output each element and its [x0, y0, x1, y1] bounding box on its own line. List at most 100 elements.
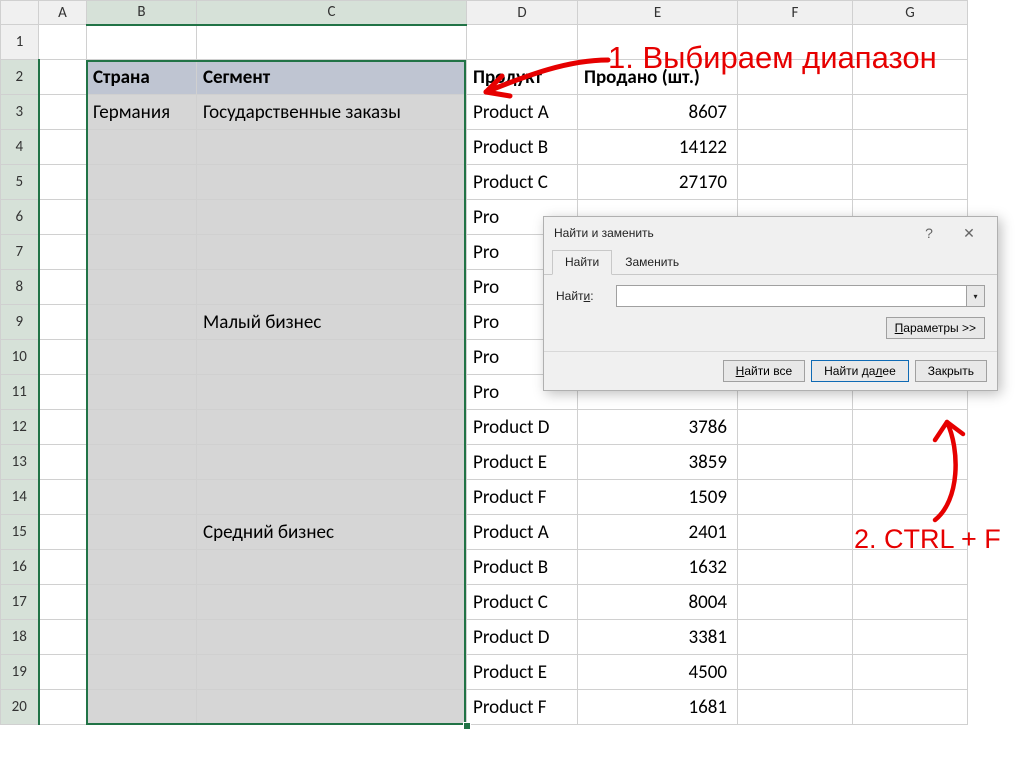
row-header-10[interactable]: 10 [1, 340, 39, 375]
row-header-20[interactable]: 20 [1, 690, 39, 725]
cell-A18[interactable] [39, 620, 87, 655]
cell-A14[interactable] [39, 480, 87, 515]
cell-D19[interactable]: Product E [467, 655, 578, 690]
cell-E14[interactable]: 1509 [578, 480, 738, 515]
cell-F14[interactable] [738, 480, 853, 515]
tab-replace[interactable]: Заменить [612, 250, 692, 275]
cell-G3[interactable] [853, 95, 968, 130]
cell-A3[interactable] [39, 95, 87, 130]
cell-D18[interactable]: Product D [467, 620, 578, 655]
row-header-18[interactable]: 18 [1, 620, 39, 655]
cell-F16[interactable] [738, 550, 853, 585]
cell-F2[interactable] [738, 60, 853, 95]
options-button[interactable]: Параметры >> [886, 317, 985, 339]
col-header-F[interactable]: F [738, 1, 853, 25]
cell-B2[interactable]: Страна [87, 60, 197, 95]
close-button[interactable]: Закрыть [915, 360, 987, 382]
row-header-19[interactable]: 19 [1, 655, 39, 690]
cell-F15[interactable] [738, 515, 853, 550]
cell-A13[interactable] [39, 445, 87, 480]
cell-C20[interactable] [197, 690, 467, 725]
cell-D5[interactable]: Product C [467, 165, 578, 200]
cell-D4[interactable]: Product B [467, 130, 578, 165]
cell-C13[interactable] [197, 445, 467, 480]
cell-C10[interactable] [197, 340, 467, 375]
row-header-8[interactable]: 8 [1, 270, 39, 305]
cell-G16[interactable] [853, 550, 968, 585]
cell-F18[interactable] [738, 620, 853, 655]
cell-B15[interactable] [87, 515, 197, 550]
cell-B14[interactable] [87, 480, 197, 515]
cell-A9[interactable] [39, 305, 87, 340]
cell-B17[interactable] [87, 585, 197, 620]
cell-C5[interactable] [197, 165, 467, 200]
cell-B20[interactable] [87, 690, 197, 725]
cell-A7[interactable] [39, 235, 87, 270]
cell-B7[interactable] [87, 235, 197, 270]
cell-C12[interactable] [197, 410, 467, 445]
cell-F17[interactable] [738, 585, 853, 620]
cell-D15[interactable]: Product A [467, 515, 578, 550]
cell-B6[interactable] [87, 200, 197, 235]
row-header-15[interactable]: 15 [1, 515, 39, 550]
cell-D14[interactable]: Product F [467, 480, 578, 515]
cell-C15[interactable]: Средний бизнес [197, 515, 467, 550]
col-header-E[interactable]: E [578, 1, 738, 25]
cell-C7[interactable] [197, 235, 467, 270]
cell-D17[interactable]: Product C [467, 585, 578, 620]
cell-B12[interactable] [87, 410, 197, 445]
col-header-C[interactable]: C [197, 1, 467, 25]
cell-E3[interactable]: 8607 [578, 95, 738, 130]
row-header-2[interactable]: 2 [1, 60, 39, 95]
cell-E18[interactable]: 3381 [578, 620, 738, 655]
cell-B8[interactable] [87, 270, 197, 305]
cell-F1[interactable] [738, 25, 853, 60]
cell-D3[interactable]: Product A [467, 95, 578, 130]
cell-E17[interactable]: 8004 [578, 585, 738, 620]
cell-C2[interactable]: Сегмент [197, 60, 467, 95]
cell-A5[interactable] [39, 165, 87, 200]
cell-A1[interactable] [39, 25, 87, 60]
dialog-help-button[interactable]: ? [909, 218, 949, 248]
cell-C18[interactable] [197, 620, 467, 655]
cell-C8[interactable] [197, 270, 467, 305]
cell-E4[interactable]: 14122 [578, 130, 738, 165]
cell-G4[interactable] [853, 130, 968, 165]
dialog-close-button[interactable]: ✕ [949, 218, 989, 248]
cell-A19[interactable] [39, 655, 87, 690]
cell-F3[interactable] [738, 95, 853, 130]
row-header-3[interactable]: 3 [1, 95, 39, 130]
cell-E12[interactable]: 3786 [578, 410, 738, 445]
row-header-4[interactable]: 4 [1, 130, 39, 165]
cell-D1[interactable] [467, 25, 578, 60]
row-header-6[interactable]: 6 [1, 200, 39, 235]
cell-C3[interactable]: Государственные заказы [197, 95, 467, 130]
cell-A12[interactable] [39, 410, 87, 445]
find-next-button[interactable]: Найти далее [811, 360, 909, 382]
cell-C17[interactable] [197, 585, 467, 620]
cell-A6[interactable] [39, 200, 87, 235]
cell-F4[interactable] [738, 130, 853, 165]
cell-G13[interactable] [853, 445, 968, 480]
cell-A20[interactable] [39, 690, 87, 725]
cell-D16[interactable]: Product B [467, 550, 578, 585]
find-input[interactable] [616, 285, 967, 307]
cell-D13[interactable]: Product E [467, 445, 578, 480]
row-header-16[interactable]: 16 [1, 550, 39, 585]
cell-B16[interactable] [87, 550, 197, 585]
row-header-11[interactable]: 11 [1, 375, 39, 410]
row-header-17[interactable]: 17 [1, 585, 39, 620]
cell-G15[interactable] [853, 515, 968, 550]
cell-F13[interactable] [738, 445, 853, 480]
cell-G18[interactable] [853, 620, 968, 655]
cell-B3[interactable]: Германия [87, 95, 197, 130]
cell-G5[interactable] [853, 165, 968, 200]
cell-B5[interactable] [87, 165, 197, 200]
cell-A11[interactable] [39, 375, 87, 410]
row-header-12[interactable]: 12 [1, 410, 39, 445]
cell-B18[interactable] [87, 620, 197, 655]
cell-C6[interactable] [197, 200, 467, 235]
cell-G20[interactable] [853, 690, 968, 725]
dialog-titlebar[interactable]: Найти и заменить ? ✕ [544, 217, 997, 249]
cell-E2[interactable]: Продано (шт.) [578, 60, 738, 95]
